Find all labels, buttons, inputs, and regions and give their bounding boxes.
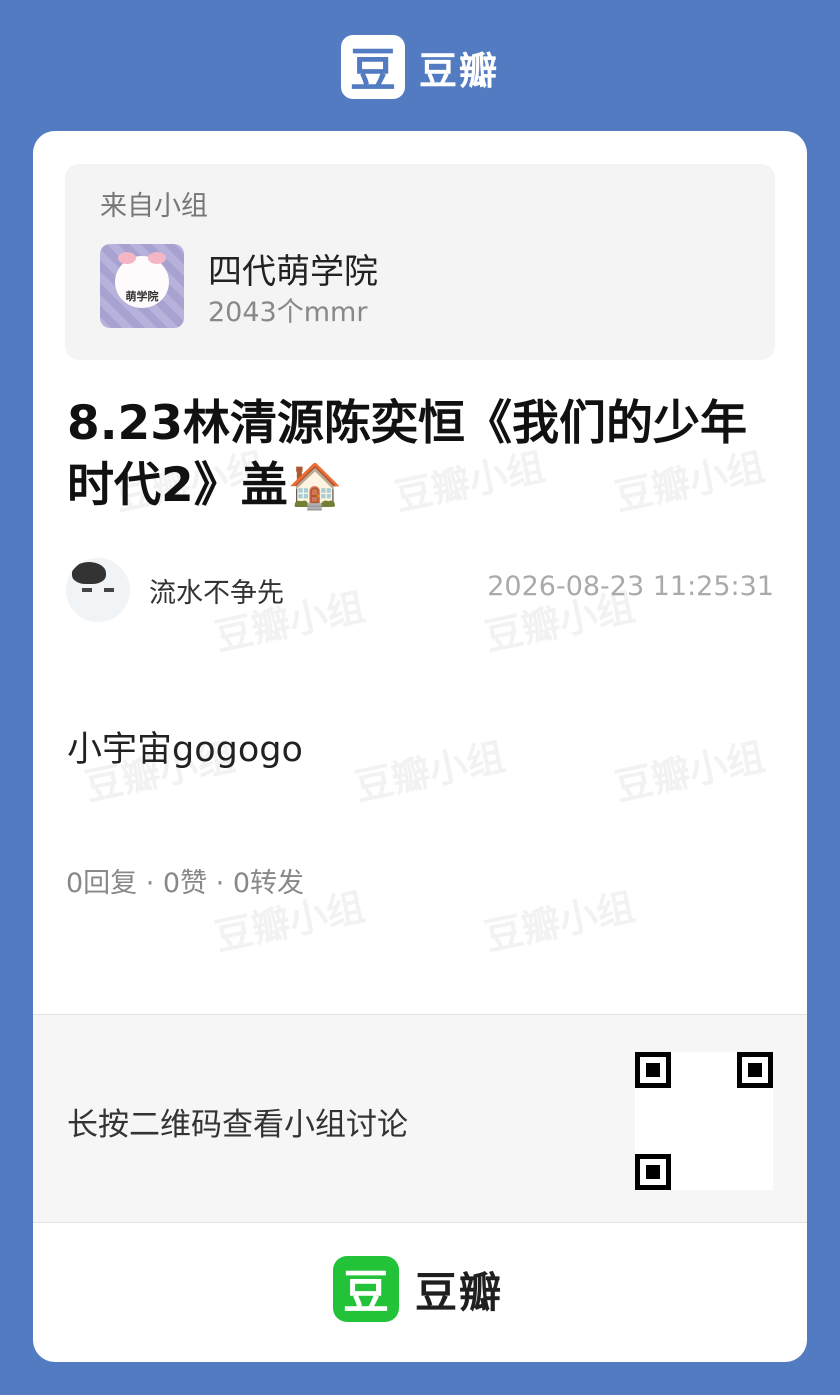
douban-logo-icon: 豆	[333, 1256, 399, 1322]
author-avatar[interactable]	[66, 558, 130, 622]
qr-prompt: 长按二维码查看小组讨论	[67, 1107, 408, 1143]
group-name[interactable]: 四代萌学院	[208, 244, 378, 293]
share-card: 豆瓣小组 豆瓣小组 豆瓣小组 豆瓣小组 豆瓣小组 豆瓣小组 豆瓣小组 豆瓣小组 …	[33, 131, 807, 1362]
watermark: 豆瓣小组	[480, 884, 639, 960]
bottom-douban-logo: 豆 豆瓣	[333, 1256, 503, 1322]
post-body: 小宇宙gogogo	[67, 730, 303, 770]
douban-logo-text: 豆瓣	[415, 1267, 504, 1317]
house-icon: 🏠	[287, 461, 343, 512]
watermark: 豆瓣小组	[610, 734, 769, 810]
author-name[interactable]: 流水不争先	[149, 571, 284, 610]
post-timestamp: 2026-08-23 11:25:31	[487, 571, 774, 602]
group-avatar[interactable]: 萌学院	[100, 244, 184, 328]
post-stats: 0回复 · 0赞 · 0转发	[66, 868, 305, 899]
watermark: 豆瓣小组	[350, 734, 509, 810]
qr-code[interactable]	[635, 1052, 773, 1190]
post-title-text: 8.23林清源陈奕恒《我们的少年时代2》盖	[67, 396, 747, 513]
group-member-count: 2043个mmr	[208, 297, 368, 328]
douban-logo-text: 豆瓣	[419, 48, 500, 93]
from-group-label: 来自小组	[100, 191, 208, 222]
top-douban-logo: 豆 豆瓣	[341, 34, 499, 100]
post-title: 8.23林清源陈奕恒《我们的少年时代2》盖🏠	[67, 393, 767, 518]
douban-logo-icon: 豆	[341, 35, 405, 99]
group-avatar-label: 萌学院	[125, 290, 159, 303]
qr-section: 长按二维码查看小组讨论	[33, 1014, 807, 1223]
group-info-box[interactable]: 来自小组 萌学院 四代萌学院 2043个mmr	[65, 164, 775, 360]
